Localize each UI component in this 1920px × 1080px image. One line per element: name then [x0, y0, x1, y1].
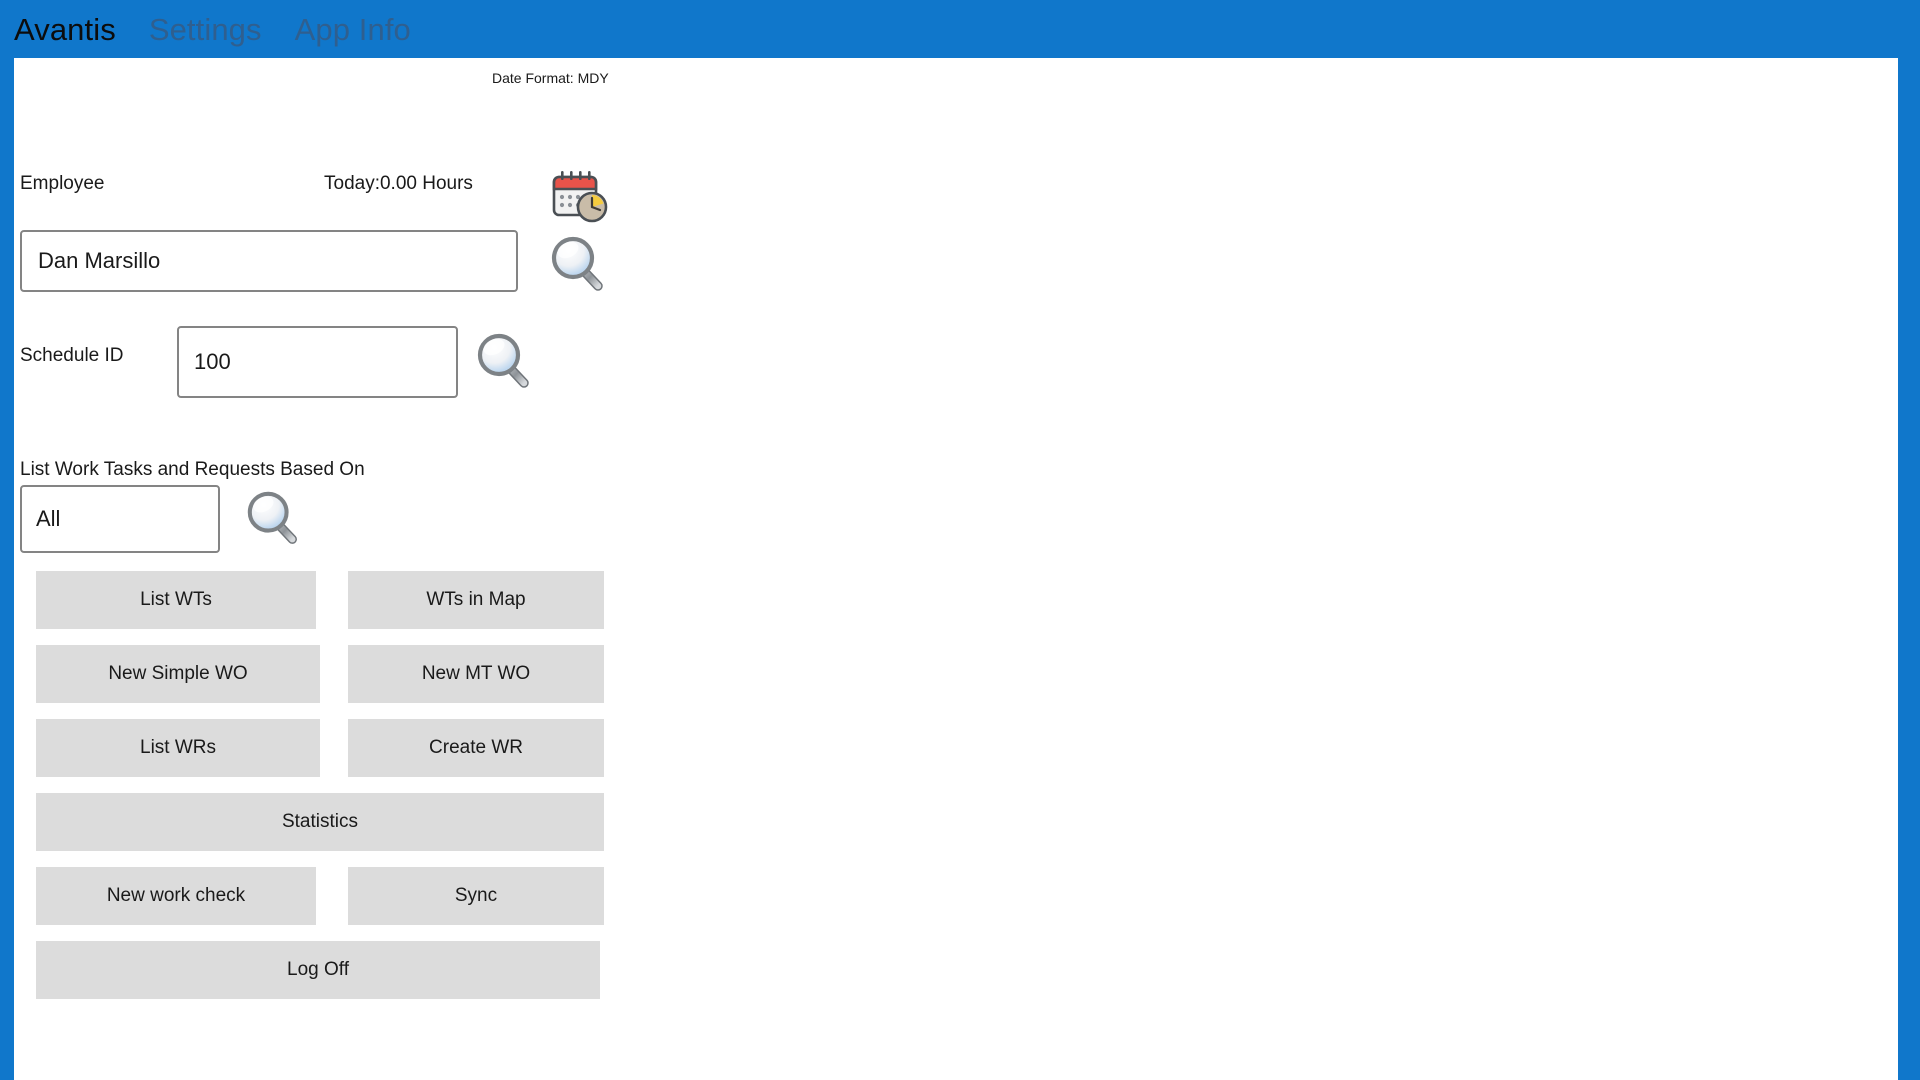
sync-button[interactable]: Sync	[348, 867, 604, 925]
calendar-clock-icon[interactable]	[549, 170, 609, 224]
filter-search-icon[interactable]	[244, 488, 304, 548]
schedule-id-input[interactable]	[177, 326, 458, 398]
content-panel: Date Format: MDY Employee Today:0.00 Hou…	[14, 58, 1898, 1080]
new-mt-wo-button[interactable]: New MT WO	[348, 645, 604, 703]
create-wr-button[interactable]: Create WR	[348, 719, 604, 777]
nav-item-avantis[interactable]: Avantis	[14, 14, 116, 45]
new-work-check-button[interactable]: New work check	[36, 867, 316, 925]
nav-bar: Avantis Settings App Info	[0, 0, 1920, 58]
filter-input[interactable]	[20, 485, 220, 553]
employee-input[interactable]	[20, 230, 518, 292]
nav-item-settings[interactable]: Settings	[149, 14, 262, 45]
schedule-search-icon[interactable]	[474, 330, 536, 392]
employee-label: Employee	[20, 173, 105, 194]
nav-item-app-info[interactable]: App Info	[295, 14, 411, 45]
wts-in-map-button[interactable]: WTs in Map	[348, 571, 604, 629]
hours-today-label: Today:0.00 Hours	[324, 173, 473, 194]
statistics-button[interactable]: Statistics	[36, 793, 604, 851]
list-wts-button[interactable]: List WTs	[36, 571, 316, 629]
employee-search-icon[interactable]	[548, 233, 610, 295]
schedule-id-label: Schedule ID	[20, 345, 124, 366]
new-simple-wo-button[interactable]: New Simple WO	[36, 645, 320, 703]
date-format-note: Date Format: MDY	[492, 70, 609, 86]
list-wrs-button[interactable]: List WRs	[36, 719, 320, 777]
log-off-button[interactable]: Log Off	[36, 941, 600, 999]
app-window: Avantis Settings App Info Date Format: M…	[0, 0, 1920, 1080]
filter-label: List Work Tasks and Requests Based On	[20, 459, 365, 480]
